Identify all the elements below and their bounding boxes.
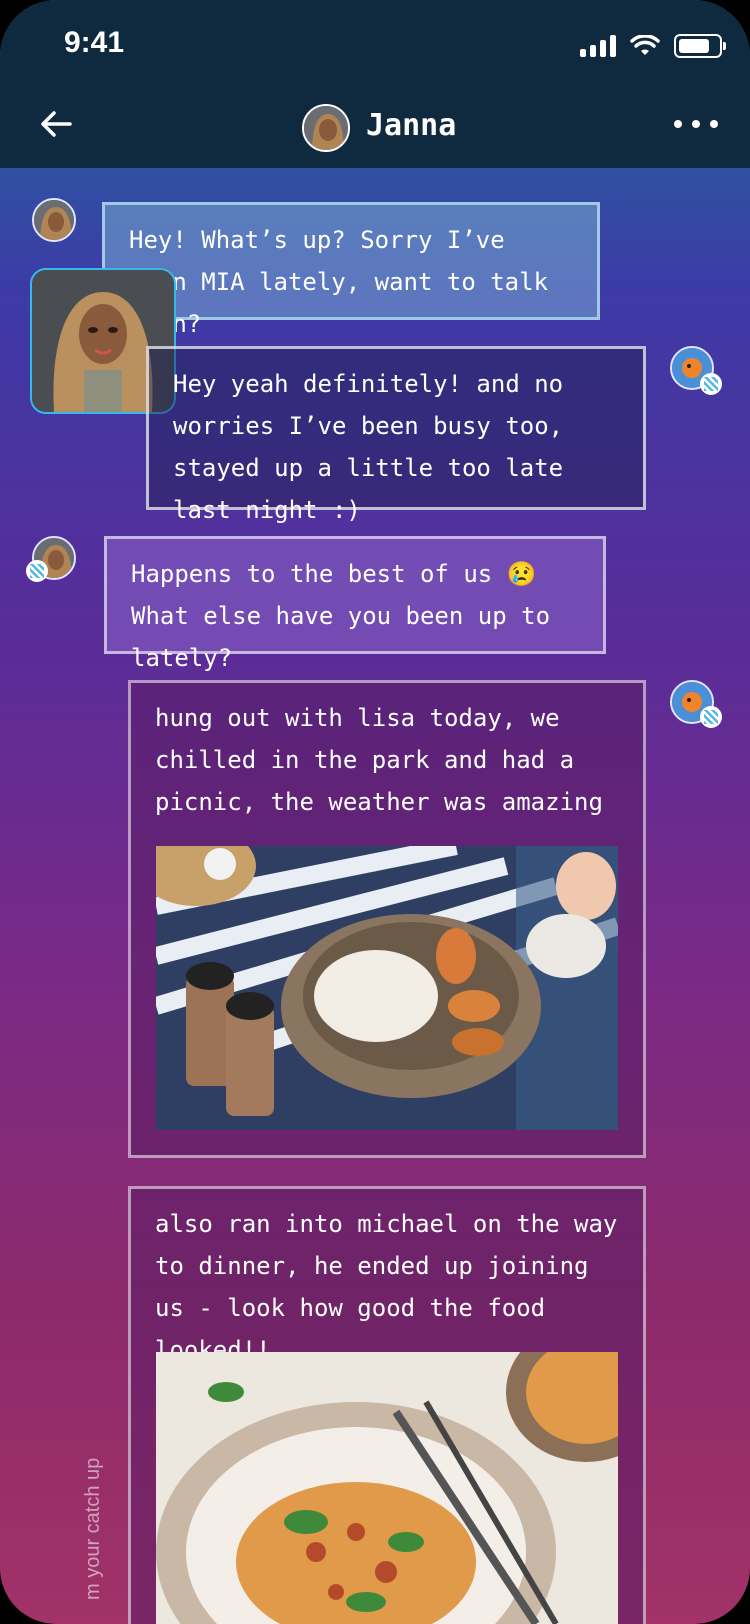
message-text: hung out with lisa today, we chilled in … bbox=[155, 704, 603, 816]
chat-screen: 9:41 Janna Hey! What’s up? Sorry I’ve MI… bbox=[0, 0, 750, 1624]
cellular-signal-icon bbox=[580, 35, 616, 57]
message-bubble[interactable]: Hey! What’s up? Sorry I’ve been MIA late… bbox=[102, 202, 600, 338]
status-time: 9:41 bbox=[64, 26, 125, 59]
side-hint-text: m your catch up bbox=[82, 1457, 104, 1600]
sticker-badge-icon bbox=[700, 373, 722, 395]
message-text: Hey yeah definitely! and no worries I’ve… bbox=[173, 370, 564, 524]
more-horizontal-icon[interactable] bbox=[674, 118, 718, 130]
status-icons bbox=[580, 34, 726, 58]
message-text: Hey! What’s up? Sorry I’ve been MIA late… bbox=[129, 226, 549, 338]
message-text: also ran into michael on the way to dinn… bbox=[155, 1210, 618, 1364]
message-bubble[interactable]: Hey yeah definitely! and no worries I’ve… bbox=[146, 346, 646, 524]
battery-icon bbox=[674, 34, 726, 58]
contact-avatar[interactable] bbox=[302, 104, 350, 152]
contact-name[interactable]: Janna bbox=[366, 108, 456, 143]
pasta-photo[interactable] bbox=[156, 1352, 618, 1624]
message-bubble[interactable]: Happens to the best of us 😢 What else ha… bbox=[104, 536, 606, 672]
sticker-badge-icon bbox=[26, 560, 48, 582]
top-bar: 9:41 Janna bbox=[0, 0, 750, 168]
contact-avatar-small[interactable] bbox=[32, 198, 76, 242]
wifi-icon bbox=[630, 35, 660, 55]
message-text: Happens to the best of us 😢 What else ha… bbox=[131, 560, 551, 672]
picnic-photo[interactable] bbox=[156, 846, 618, 1130]
arrow-left-icon[interactable] bbox=[36, 104, 76, 144]
sticker-badge-icon bbox=[700, 706, 722, 728]
